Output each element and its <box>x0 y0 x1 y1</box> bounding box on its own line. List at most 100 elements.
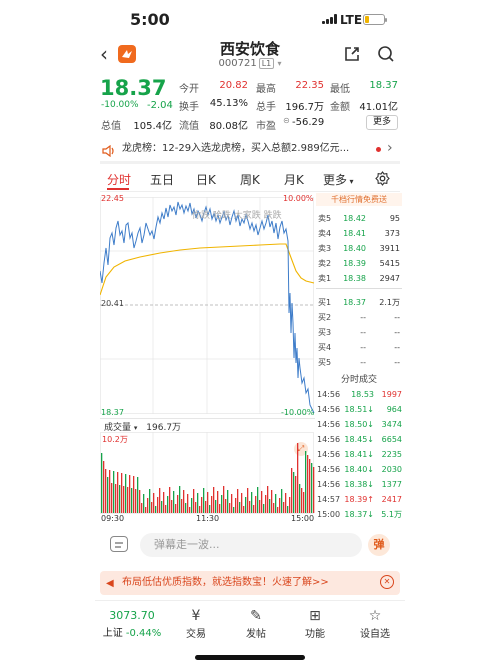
pe-info-icon[interactable]: ⊝ <box>283 116 290 125</box>
tab-intraday[interactable]: 分时 <box>107 171 131 188</box>
volume-bar <box>137 477 139 513</box>
volume-bar <box>171 500 173 513</box>
orderbook-promo[interactable]: 千档行情免费送 <box>316 193 402 206</box>
volume-bar <box>169 487 171 513</box>
pe-label: 市盈 <box>256 121 276 132</box>
orderbook-row: 卖3 18.40 3911 <box>318 241 402 256</box>
active-tab-indicator <box>107 188 129 190</box>
tab-more[interactable]: 更多 ▾ <box>323 171 354 188</box>
trade-price: 18.53 <box>351 390 374 399</box>
volume-bar <box>107 477 109 513</box>
trade-row: 14:56 18.53 1997 <box>317 387 403 402</box>
megaphone-icon: ◀ <box>106 578 114 589</box>
chevron-right-icon[interactable]: › <box>387 140 393 156</box>
tab-weekly-k[interactable]: 周K <box>240 171 260 188</box>
volume-bar <box>233 507 235 513</box>
network-label: LTE <box>340 13 363 27</box>
trade-row: 14:56 18.51↓ 964 <box>317 402 403 417</box>
volume-bar <box>311 463 313 513</box>
unread-dot <box>376 147 381 152</box>
volume-bar <box>249 501 251 513</box>
danmu-input[interactable]: 弹幕走一波... <box>140 533 362 557</box>
index-ticker[interactable]: 3073.70 上证 -0.44% <box>100 609 164 639</box>
volume-bar <box>159 488 161 513</box>
nav-functions[interactable]: ⊞ 功能 <box>290 607 340 640</box>
trade-qty: 6654 <box>381 435 402 444</box>
orderbook-level: 卖2 <box>318 259 332 268</box>
volume-bar <box>189 507 191 513</box>
volume-bar <box>229 503 231 513</box>
volume-bar <box>291 468 293 513</box>
intraday-chart[interactable] <box>100 193 315 428</box>
volume-bar <box>305 451 307 513</box>
chart-low-label: 18.37 <box>101 408 124 417</box>
orderbook-level: 卖1 <box>318 274 332 283</box>
index-pct: -0.44% <box>125 628 162 639</box>
orderbook-qty: 3911 <box>379 244 400 253</box>
nav-post[interactable]: ✎ 发帖 <box>231 607 281 640</box>
volume-bar <box>261 491 263 513</box>
volume-bar <box>283 502 285 513</box>
settings-icon[interactable] <box>375 171 390 190</box>
danmu-toggle-icon[interactable] <box>110 536 128 552</box>
tab-daily-k[interactable]: 日K <box>196 171 216 188</box>
more-button[interactable]: 更多 <box>366 115 398 130</box>
volume-bar <box>105 469 107 513</box>
orderbook-price: -- <box>360 358 366 367</box>
grid-icon: ⊞ <box>309 608 321 624</box>
danmu-send-button[interactable]: 弹 <box>368 534 390 556</box>
high-value: 22.35 <box>295 80 324 91</box>
volume-bar <box>131 488 133 513</box>
volume-bar <box>185 503 187 513</box>
orderbook-row: 卖1 18.38 2947 <box>318 271 402 286</box>
trades-title[interactable]: 分时成交 <box>316 372 402 385</box>
volume-bar <box>195 502 197 513</box>
nav-add-favorite[interactable]: ☆ 设自选 <box>350 607 400 640</box>
volume-bar <box>143 494 145 513</box>
search-icon[interactable] <box>377 45 395 67</box>
time-start: 09:30 <box>101 514 125 523</box>
volume-bar <box>119 485 121 513</box>
volume-bar <box>165 505 167 513</box>
promo-banner[interactable]: 布局低估优质指数，就选指数宝！火速了解>> <box>100 571 400 595</box>
volume-bar <box>309 459 311 513</box>
volume-bar <box>277 507 279 513</box>
chart-high-label: 22.45 <box>101 194 124 203</box>
market-cap-label: 总值 <box>101 121 121 132</box>
volume-bar <box>167 496 169 513</box>
tab-five-day[interactable]: 五日 <box>150 171 174 188</box>
volume-bar <box>281 489 283 513</box>
trade-price: 18.45↓ <box>344 435 374 444</box>
index-label: 上证 <box>102 628 123 639</box>
change-percent: -10.00% <box>101 100 139 110</box>
volume-bar <box>205 501 207 513</box>
chevron-down-icon[interactable]: ▾ <box>277 59 281 68</box>
volume-bar <box>183 490 185 513</box>
high-label: 最高 <box>256 84 276 95</box>
dragon-tiger-notice[interactable]: 龙虎榜：12-29入选龙虎榜，买入总额2.989亿元... <box>100 140 400 158</box>
volume-bar <box>251 492 253 513</box>
trade-price: 18.38↓ <box>344 480 374 489</box>
nav-trade[interactable]: ¥ 交易 <box>171 607 221 640</box>
volume-bar <box>235 498 237 513</box>
chart-watermark: 你跌 哈跌 大家跌 跌跌 <box>192 211 282 221</box>
volume-bar <box>155 506 157 513</box>
close-icon[interactable]: ✕ <box>380 575 394 589</box>
volume-bar <box>253 505 255 513</box>
volume-bar <box>177 495 179 513</box>
amount-label: 金额 <box>330 102 350 113</box>
low-label: 最低 <box>330 84 350 95</box>
turnover-value: 45.13% <box>209 98 248 109</box>
share-icon[interactable] <box>343 45 361 67</box>
volume-bar <box>135 489 137 513</box>
trade-price: 18.39↑ <box>344 495 374 504</box>
volume-bar <box>239 502 241 513</box>
volume-bar <box>215 500 217 513</box>
volume-label: 总手 <box>256 102 276 113</box>
grid <box>100 197 314 414</box>
orderbook-level: 卖3 <box>318 244 332 253</box>
tab-monthly-k[interactable]: 月K <box>284 171 304 188</box>
volume-bar <box>247 488 249 513</box>
volume-bar <box>173 491 175 513</box>
turnover-label: 换手 <box>179 102 199 113</box>
